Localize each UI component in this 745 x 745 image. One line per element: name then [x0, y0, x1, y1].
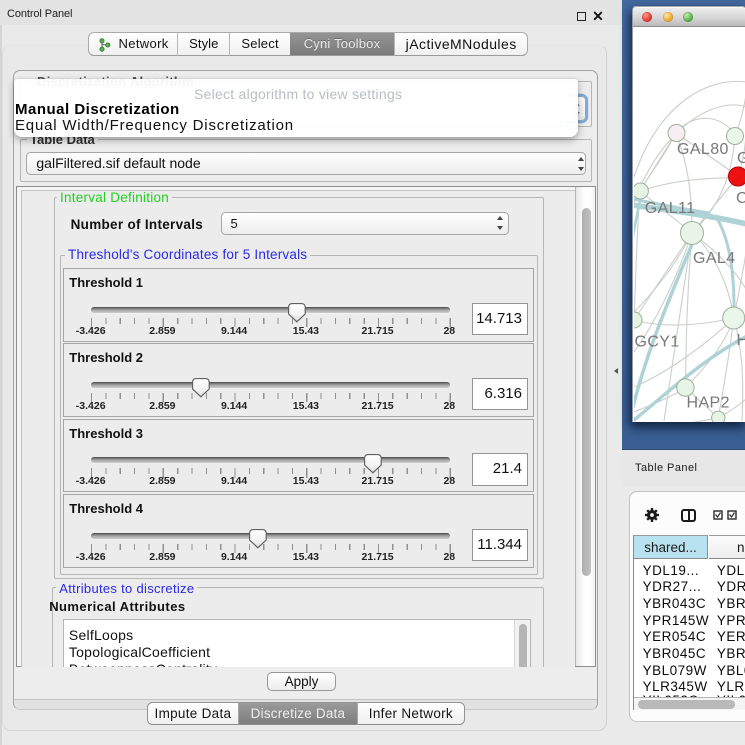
svg-text:HAP2: HAP2	[686, 395, 729, 412]
svg-text:GAL11: GAL11	[644, 200, 695, 217]
svg-text:GAL80: GAL80	[677, 141, 729, 158]
svg-text:CDC: CDC	[736, 190, 745, 207]
svg-text:GCY1: GCY1	[634, 334, 679, 351]
svg-text:GAL4: GAL4	[693, 250, 736, 267]
svg-text:HIS: HIS	[736, 332, 745, 349]
svg-text:GAL3: GAL3	[737, 150, 745, 167]
